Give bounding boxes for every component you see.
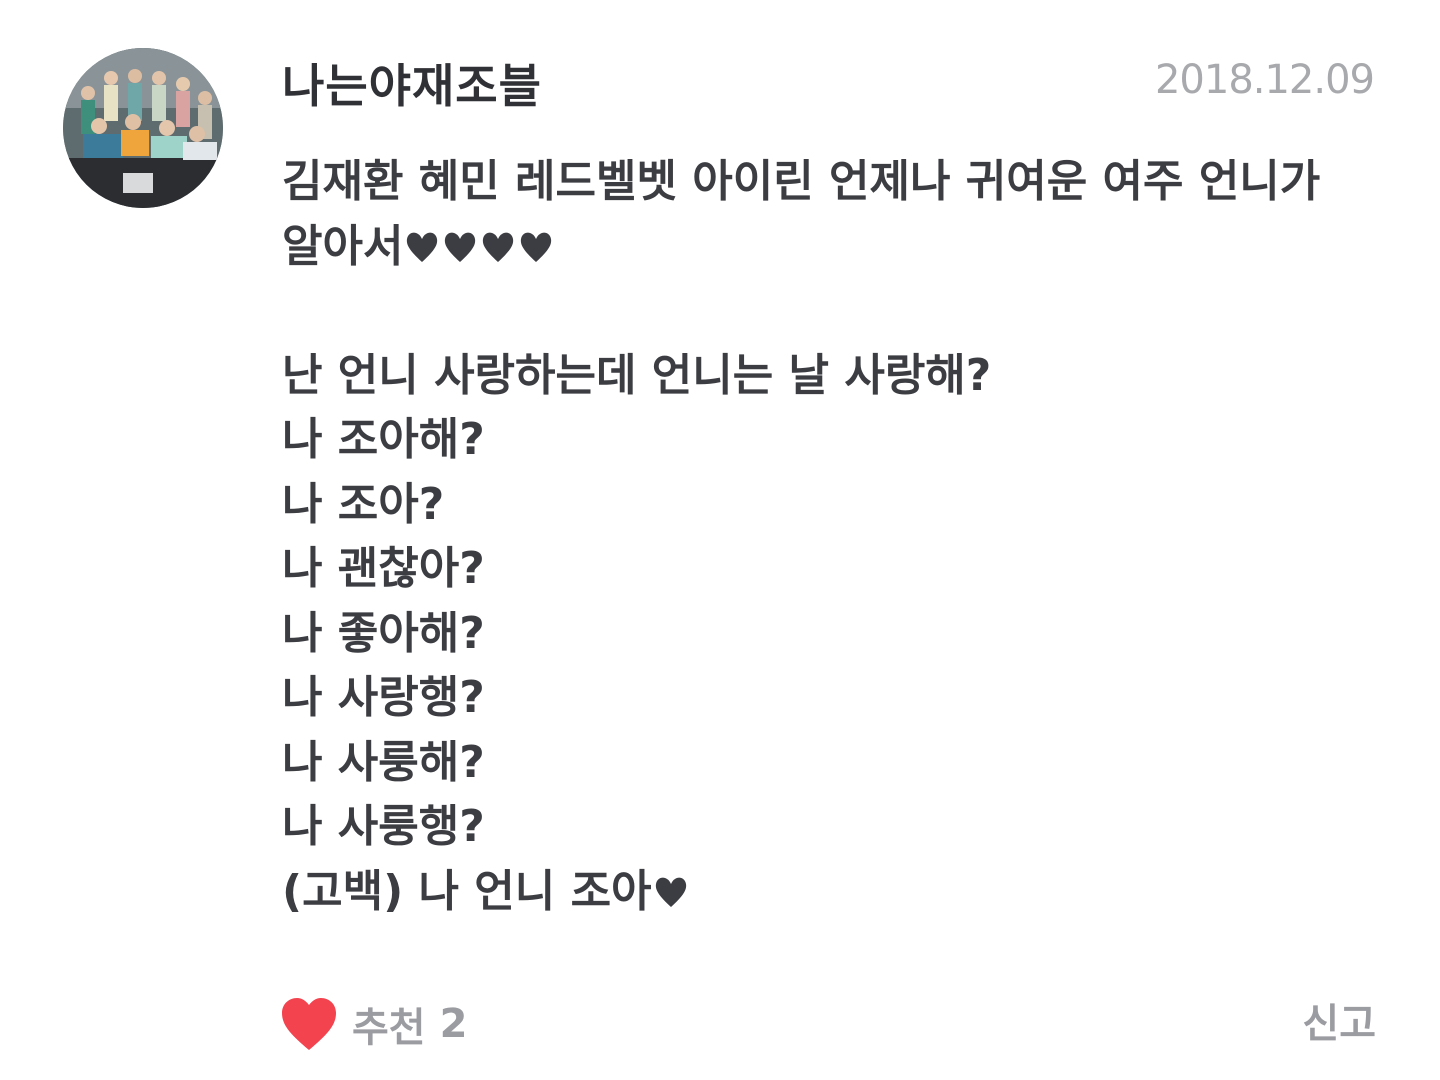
comment-card: 나는야재조블 2018.12.09 김재환 혜민 레드벨벳 아이린 언제나 귀여… bbox=[0, 0, 1440, 1080]
comment-footer: 추천 2 bbox=[280, 992, 467, 1056]
comment-line: 나 괜찮아? bbox=[282, 543, 485, 594]
comment-line: 나 사룽행? bbox=[282, 801, 485, 852]
comment-line: 나 좋아해? bbox=[282, 607, 485, 659]
comment-line: (고백) 나 언니 조아 bbox=[282, 860, 1372, 925]
like-heart-icon[interactable] bbox=[280, 996, 338, 1052]
heart-icon bbox=[483, 232, 514, 262]
comment-line: 나 조아해? bbox=[282, 414, 485, 465]
username[interactable]: 나는야재조블 bbox=[282, 54, 542, 118]
comment-line: 알아서 bbox=[282, 215, 1372, 280]
comment-line: 나 조아? bbox=[282, 478, 445, 530]
report-button[interactable]: 신고 bbox=[1302, 996, 1376, 1052]
profile-photo bbox=[63, 48, 223, 208]
recommend-label[interactable]: 추천 bbox=[352, 995, 426, 1053]
heart-icon bbox=[655, 877, 686, 907]
recommend-count: 2 bbox=[439, 1001, 468, 1047]
comment-line: 김재환 혜민 레드벨벳 아이린 언제나 귀여운 여주 언니가 bbox=[282, 156, 1321, 207]
comment-line: 나 사랑행? bbox=[282, 672, 485, 723]
heart-icon bbox=[445, 232, 476, 262]
post-date: 2018.12.09 bbox=[1154, 57, 1375, 103]
comment-line: 나 사룽해? bbox=[282, 736, 485, 788]
heart-icon bbox=[521, 232, 552, 262]
heart-icon bbox=[407, 232, 438, 262]
comment-body: 김재환 혜민 레드벨벳 아이린 언제나 귀여운 여주 언니가 알아서 난 언니 … bbox=[282, 150, 1372, 924]
comment-line: 난 언니 사랑하는데 언니는 날 사랑해? bbox=[282, 349, 992, 401]
avatar[interactable] bbox=[63, 48, 223, 208]
